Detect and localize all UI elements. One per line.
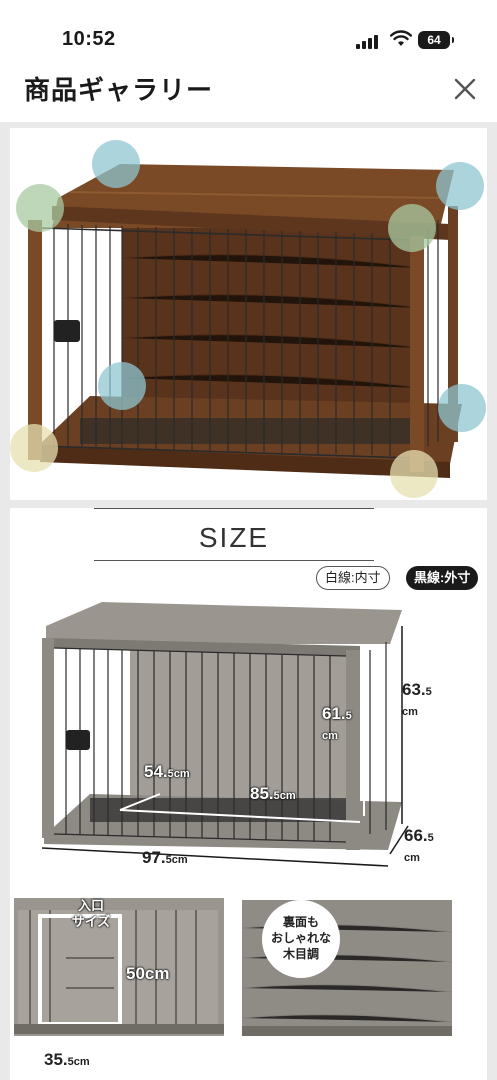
entry-size-label: 入口 サイズ xyxy=(71,898,111,929)
entry-height-label: 50cm xyxy=(126,964,170,983)
status-time: 10:52 xyxy=(62,28,116,50)
highlight-circle xyxy=(98,362,146,410)
size-title: SIZE xyxy=(198,522,270,553)
width-inner-label: 85.5cm xyxy=(250,784,296,803)
width-outer-label: 97.5cm xyxy=(142,848,188,867)
status-bar: 10:52 64 xyxy=(0,0,497,60)
page-title: 商品ギャラリー xyxy=(24,75,214,105)
divider xyxy=(94,560,374,561)
divider xyxy=(94,508,374,509)
highlight-circle xyxy=(390,450,438,498)
battery-icon: 64 xyxy=(418,31,454,49)
cellular-signal-icon xyxy=(356,33,382,49)
depth-inner-label: 54.5cm xyxy=(144,762,190,781)
highlight-circle xyxy=(436,162,484,210)
entry-width-label: 35.5cm xyxy=(44,1050,90,1069)
highlight-circle xyxy=(10,424,58,472)
legend-inner-dimension: 白線:内寸 xyxy=(316,566,390,590)
highlight-circle xyxy=(388,204,436,252)
wifi-icon xyxy=(390,30,412,46)
image-gallery[interactable]: SIZE 白線:内寸 黒線:外寸 63.5 cm 61.5 cm 54.5cm … xyxy=(0,122,497,1080)
legend-outer-dimension: 黒線:外寸 xyxy=(406,566,479,590)
highlight-circle xyxy=(92,140,140,188)
gallery-header: 商品ギャラリー xyxy=(0,60,497,116)
back-panel-note: 裏面も おしゃれな 木目調 xyxy=(262,900,340,978)
highlight-circle xyxy=(438,384,486,432)
close-icon[interactable] xyxy=(448,72,482,106)
cage-size-diagram[interactable]: SIZE 白線:内寸 黒線:外寸 63.5 cm 61.5 cm 54.5cm … xyxy=(10,508,487,1080)
depth-outer-label: 66.5 cm xyxy=(404,826,434,864)
highlight-circle xyxy=(16,184,64,232)
height-inner-label: 61.5 cm xyxy=(322,704,352,742)
cage-illustration xyxy=(10,140,486,498)
cage-photo-walnut[interactable] xyxy=(10,128,487,500)
height-outer-label: 63.5 cm xyxy=(402,680,432,718)
